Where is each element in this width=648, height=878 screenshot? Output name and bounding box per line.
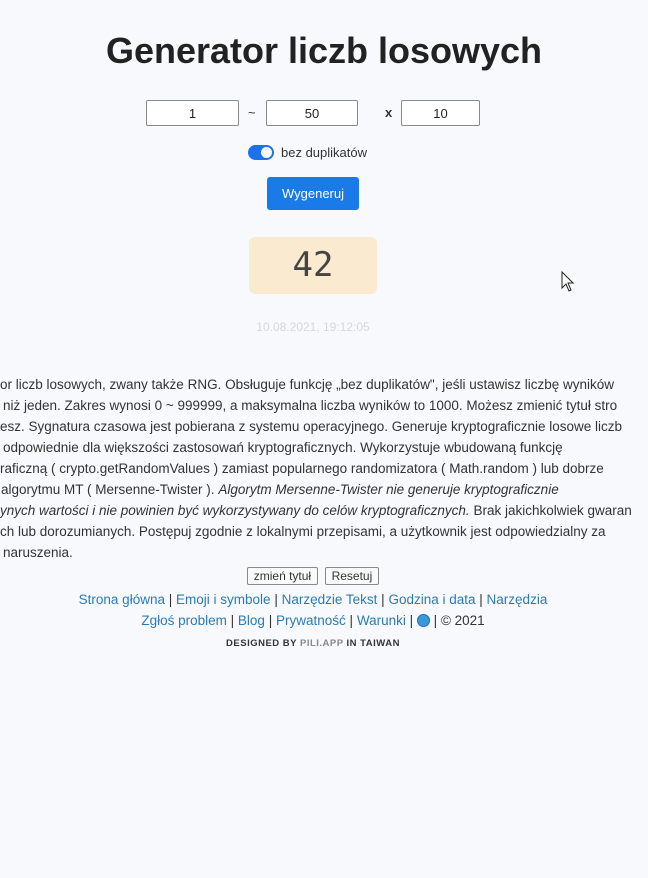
globe-icon[interactable] bbox=[416, 614, 430, 627]
mouse-cursor-icon bbox=[561, 271, 575, 292]
description-line: ch lub dorozumianych. Postępuj zgodnie z… bbox=[0, 524, 606, 539]
description-line: or liczb losowych, zwany także RNG. Obsł… bbox=[0, 377, 615, 392]
footer-link-terms[interactable]: Warunki bbox=[357, 613, 406, 628]
footer-link-time-date[interactable]: Godzina i data bbox=[388, 592, 475, 607]
count-separator: x bbox=[385, 105, 393, 120]
max-input[interactable] bbox=[266, 100, 358, 126]
action-buttons: zmień tytuł Resetuj bbox=[0, 567, 626, 585]
toggle-knob bbox=[261, 147, 272, 158]
description-line: odpowiednie dla większości zastosowań kr… bbox=[3, 440, 563, 455]
credit-brand-link[interactable]: PILI.APP bbox=[300, 638, 343, 649]
change-title-button[interactable]: zmień tytuł bbox=[246, 567, 319, 585]
footer-link-tools[interactable]: Narzędzia bbox=[487, 592, 548, 607]
min-input[interactable] bbox=[146, 100, 239, 126]
description-line: algorytmu MT ( Mersenne-Twister ). Algor… bbox=[0, 479, 648, 500]
description-line: niż jeden. Zakres wynosi 0 ~ 999999, a m… bbox=[3, 398, 618, 413]
description: or liczb losowych, zwany także RNG. Obsł… bbox=[0, 374, 648, 563]
credit-prefix: DESIGNED BY bbox=[226, 638, 297, 649]
footer-separator: | bbox=[268, 613, 273, 628]
footer-link-emoji[interactable]: Emoji i symbole bbox=[176, 592, 271, 607]
range-separator: ~ bbox=[248, 105, 256, 120]
footer-separator: | bbox=[409, 613, 414, 628]
footer-separator: | bbox=[274, 592, 278, 607]
no-duplicates-toggle[interactable] bbox=[248, 145, 274, 160]
page-title: Generator liczb losowych bbox=[105, 30, 543, 71]
footer-separator: | bbox=[381, 592, 385, 607]
footer-separator: | bbox=[433, 613, 438, 628]
footer-link-home[interactable]: Strona główna bbox=[79, 592, 165, 607]
result-display: 42 bbox=[249, 237, 377, 294]
footer-separator: | bbox=[349, 613, 354, 628]
footer-links-row2: Zgłoś problem | Blog | Prywatność | Waru… bbox=[0, 613, 626, 628]
description-line: esz. Sygnatura czasowa jest pobierana z … bbox=[0, 419, 623, 434]
credit-suffix: IN TAIWAN bbox=[346, 638, 400, 649]
footer-separator: | bbox=[168, 592, 173, 607]
description-line: ynych wartości i nie powinien być wykorz… bbox=[0, 500, 648, 521]
footer-separator: | bbox=[479, 592, 483, 607]
description-line: naruszenia. bbox=[3, 545, 73, 560]
footer-link-privacy[interactable]: Prywatność bbox=[276, 613, 346, 628]
range-inputs: ~ x bbox=[0, 100, 648, 128]
footer-separator: | bbox=[230, 613, 235, 628]
footer-link-report[interactable]: Zgłoś problem bbox=[141, 613, 227, 628]
designer-credit: DESIGNED BY PILI.APP IN TAIWAN bbox=[0, 638, 626, 649]
description-italic: Algorytm Mersenne-Twister nie generuje k… bbox=[218, 482, 559, 497]
footer-link-blog[interactable]: Blog bbox=[238, 613, 265, 628]
copyright: © 2021 bbox=[440, 613, 485, 628]
reset-button[interactable]: Resetuj bbox=[324, 567, 380, 585]
footer-links-row1: Strona główna | Emoji i symbole | Narzęd… bbox=[0, 592, 626, 607]
no-duplicates-label: bez duplikatów bbox=[281, 145, 367, 160]
count-input[interactable] bbox=[401, 100, 480, 126]
footer-link-text-tool[interactable]: Narzędzie Tekst bbox=[282, 592, 378, 607]
timestamp: 10.08.2021, 19:12:05 bbox=[256, 320, 370, 334]
description-text: Brak jakichkolwiek gwaran bbox=[469, 503, 632, 518]
description-line: raficzną ( crypto.getRandomValues ) zami… bbox=[0, 461, 604, 476]
description-italic: ynych wartości i nie powinien być wykorz… bbox=[0, 503, 470, 518]
description-text: algorytmu MT ( Mersenne-Twister ). bbox=[1, 482, 219, 497]
generate-button[interactable]: Wygeneruj bbox=[267, 177, 359, 210]
